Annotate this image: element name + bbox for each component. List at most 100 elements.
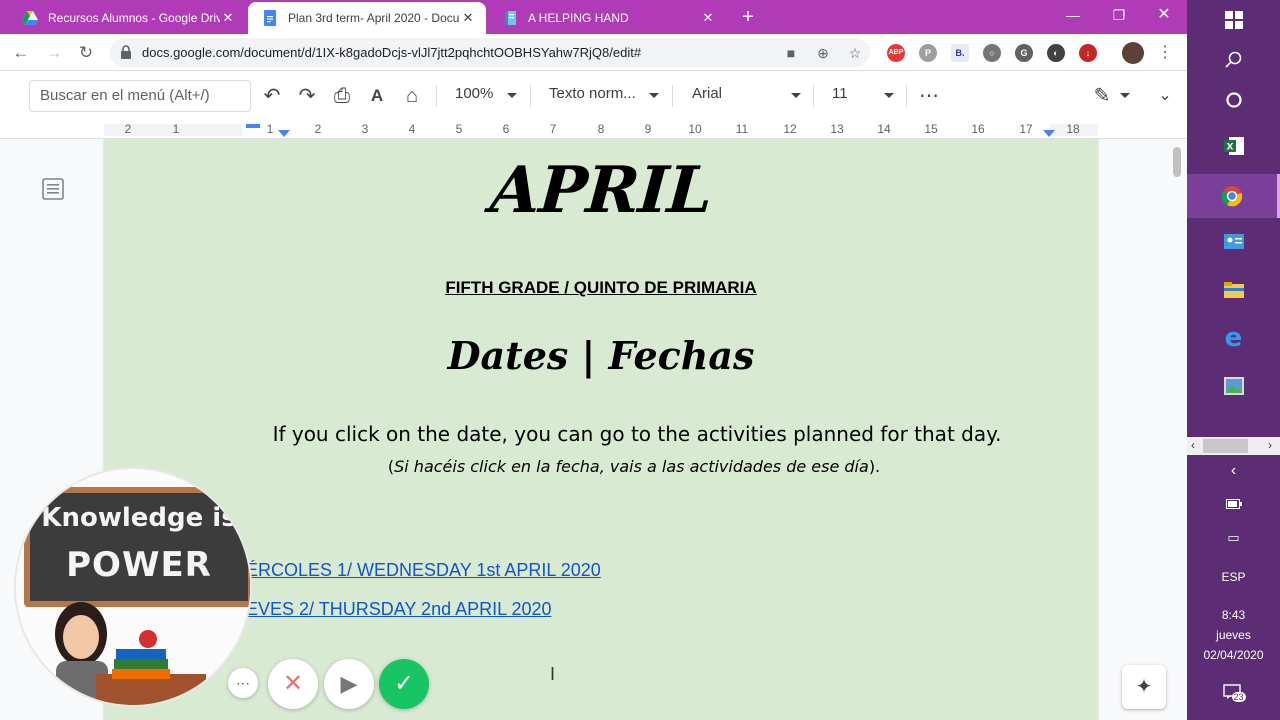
start-button[interactable]: [1187, 0, 1280, 40]
ruler[interactable]: 2 1 1 2 3 4 5 6 7 8 9 10 11 12 13 14 15 …: [0, 121, 1187, 139]
search-icon: [1224, 51, 1241, 68]
maximize-button[interactable]: ❐: [1096, 0, 1142, 30]
touch-keyboard-icon[interactable]: ▭: [1187, 530, 1280, 546]
taskbar-excel[interactable]: X: [1187, 126, 1280, 166]
cortana-circle-icon: [1225, 92, 1242, 108]
minimize-button[interactable]: —: [1050, 0, 1096, 30]
instruction-text: If you click on the date, you can go to …: [272, 422, 1002, 446]
edge-icon: e: [1224, 323, 1243, 353]
search-button[interactable]: [1187, 40, 1280, 80]
finish-recording-button[interactable]: ✓: [379, 659, 429, 709]
paint-format-icon[interactable]: ⌂: [400, 84, 424, 108]
document-outline-icon[interactable]: [42, 178, 64, 200]
chevron-down-icon: [884, 93, 894, 98]
first-line-indent-marker[interactable]: [246, 124, 260, 128]
vertical-scrollbar[interactable]: [1173, 147, 1181, 177]
ruler-number: 9: [644, 122, 652, 136]
ruler-number: 18: [1066, 122, 1080, 136]
close-tab-icon[interactable]: ✕: [460, 10, 476, 26]
clock-time[interactable]: 8:43: [1187, 608, 1280, 622]
scrollbar-thumb[interactable]: [1203, 439, 1248, 453]
windows-taskbar: X e ‹ › ‹ ▭ ESP 8:43 jueves 02/04/2020 2…: [1187, 0, 1280, 720]
close-window-button[interactable]: ✕: [1141, 0, 1187, 30]
scroll-left-icon[interactable]: ‹: [1191, 438, 1195, 452]
right-indent-marker[interactable]: [1043, 130, 1055, 137]
print-icon[interactable]: ⎙: [330, 84, 354, 108]
windows-logo-icon: [1224, 11, 1243, 29]
chrome-menu-icon[interactable]: ⋮: [1152, 40, 1178, 66]
action-center-button[interactable]: 23: [1187, 684, 1280, 707]
date-link-april-2[interactable]: EVES 2/ THURSDAY 2nd APRIL 2020: [246, 599, 552, 620]
more-options-button[interactable]: ⋯: [228, 668, 258, 698]
zoom-dropdown[interactable]: 100%: [455, 85, 521, 102]
editing-mode-pencil-icon[interactable]: ✎: [1090, 84, 1114, 108]
bookmark-extension-icon[interactable]: B.: [951, 44, 969, 62]
ruler-number: 17: [1019, 122, 1033, 136]
discard-button[interactable]: ✕: [268, 659, 318, 709]
collapse-toolbar-icon[interactable]: ⌄: [1153, 84, 1177, 108]
toolbar-divider: [813, 85, 814, 107]
grade-heading: FIFTH GRADE / QUINTO DE PRIMARIA: [445, 278, 757, 297]
more-options-icon[interactable]: ⋯: [917, 84, 941, 108]
explore-button[interactable]: ✦: [1122, 665, 1166, 709]
taskbar-chrome[interactable]: [1187, 174, 1280, 218]
menu-search-input[interactable]: Buscar en el menú (Alt+/): [29, 80, 251, 112]
taskbar-app-blue[interactable]: [1187, 222, 1280, 262]
clock-day[interactable]: jueves: [1187, 628, 1280, 642]
ruler-number: 3: [361, 122, 369, 136]
folder-icon: [1223, 282, 1244, 298]
input-language[interactable]: ESP: [1187, 570, 1280, 584]
new-tab-button[interactable]: +: [736, 4, 760, 30]
back-button[interactable]: ←: [8, 40, 34, 66]
clock-date[interactable]: 02/04/2020: [1187, 648, 1280, 662]
show-hidden-icons-chevron-icon[interactable]: ‹: [1187, 462, 1280, 480]
font-size-value: 11: [832, 85, 848, 102]
pinterest-extension-icon[interactable]: P: [919, 44, 937, 62]
close-tab-icon[interactable]: ✕: [220, 10, 236, 26]
tab-recursos-alumnos[interactable]: Recursos Alumnos - Google Drive ✕: [8, 2, 246, 34]
zoom-value: 100%: [455, 85, 494, 102]
undo-icon[interactable]: ↶: [260, 84, 284, 108]
docs-toolbar: Buscar en el menú (Alt+/) ↶ ↷ ⎙ A ⌂ 100%…: [0, 71, 1187, 121]
google-docs-icon: [264, 10, 276, 26]
tab-a-helping-hand[interactable]: A HELPING HAND ✕: [488, 2, 726, 34]
chrome-extension-icon[interactable]: ◐: [1047, 44, 1065, 62]
style-dropdown[interactable]: Texto norm...: [549, 85, 661, 102]
chrome-icon: [1221, 186, 1243, 207]
redo-icon[interactable]: ↷: [295, 84, 319, 108]
tab-plan-3rd-term[interactable]: Plan 3rd term- April 2020 - Docu ✕: [248, 2, 486, 34]
reload-button[interactable]: ↻: [73, 40, 99, 66]
ruler-number: 7: [549, 122, 557, 136]
zoom-icon[interactable]: ⊕: [814, 44, 832, 62]
ruler-number: 2: [314, 122, 322, 136]
font-dropdown[interactable]: Arial: [692, 85, 804, 102]
google-drive-icon: [22, 11, 38, 25]
font-size-dropdown[interactable]: 11: [832, 85, 898, 102]
ruler-number: 10: [688, 122, 702, 136]
pause-resume-button[interactable]: ▶: [324, 659, 374, 709]
document-page[interactable]: APRIL FIFTH GRADE / QUINTO DE PRIMARIA D…: [104, 139, 1098, 720]
taskbar-photos[interactable]: [1187, 366, 1280, 406]
download-extension-icon[interactable]: ↓: [1079, 44, 1097, 62]
bookmark-star-icon[interactable]: ☆: [846, 44, 864, 62]
cortana-button[interactable]: [1187, 80, 1280, 120]
taskbar-scrollbar[interactable]: ‹ ›: [1187, 437, 1280, 455]
spellcheck-icon[interactable]: A: [365, 84, 389, 108]
toolbar-divider: [906, 85, 907, 107]
circle-extension-icon[interactable]: ○: [983, 44, 1001, 62]
instruction-spanish-italic: Si hacéis click en la fecha, vais a las …: [394, 457, 869, 476]
close-tab-icon[interactable]: ✕: [700, 10, 716, 26]
taskbar-edge[interactable]: e: [1187, 318, 1280, 358]
toolbar-divider: [436, 85, 437, 107]
battery-icon[interactable]: [1187, 498, 1280, 512]
chevron-down-icon: [649, 93, 659, 98]
camera-icon[interactable]: ■: [782, 44, 800, 62]
profile-avatar[interactable]: [1122, 42, 1144, 64]
taskbar-file-explorer[interactable]: [1187, 270, 1280, 310]
date-link-april-1[interactable]: ÉRCOLES 1/ WEDNESDAY 1st APRIL 2020: [246, 560, 601, 581]
forward-button[interactable]: →: [41, 40, 67, 66]
adblock-extension-icon[interactable]: ABP: [887, 44, 905, 62]
omnibox[interactable]: docs.google.com/document/d/1IX-k8gadoDcj…: [110, 38, 870, 67]
grammar-extension-icon[interactable]: G: [1015, 44, 1033, 62]
scroll-right-icon[interactable]: ›: [1268, 438, 1272, 452]
